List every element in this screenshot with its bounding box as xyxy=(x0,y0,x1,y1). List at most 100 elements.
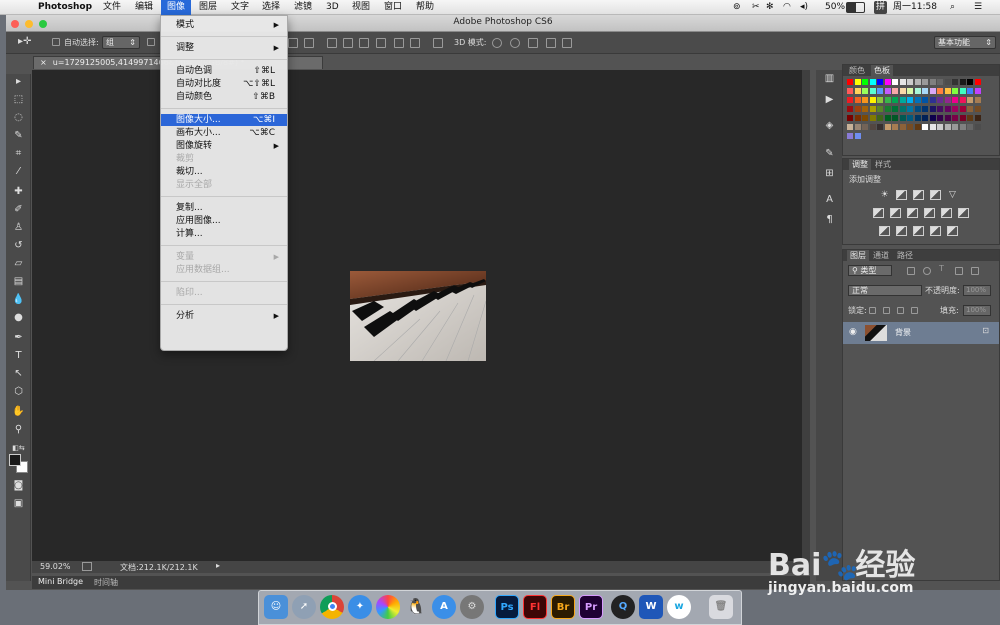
color-swatch[interactable] xyxy=(892,79,898,85)
move-tool-icon[interactable]: ▸ xyxy=(11,76,26,88)
color-swatch[interactable] xyxy=(959,106,966,112)
auto-select-dropdown[interactable]: 组 ⇕ xyxy=(102,36,140,49)
gradient-map-icon[interactable] xyxy=(930,226,941,236)
history-panel-icon[interactable]: ▥ xyxy=(822,73,837,85)
color-swatch[interactable] xyxy=(974,124,981,130)
menu-layer[interactable]: 图层 xyxy=(199,0,217,15)
color-swatch[interactable] xyxy=(929,124,936,130)
brightness-contrast-icon[interactable]: ☀ xyxy=(879,190,890,200)
opacity-input[interactable]: 100% xyxy=(963,285,991,296)
color-swatch[interactable] xyxy=(899,97,906,103)
character-panel-icon[interactable]: A xyxy=(822,194,837,206)
color-swatch[interactable] xyxy=(967,97,973,103)
color-swatch[interactable] xyxy=(877,124,883,130)
crop-tool-icon[interactable]: ⌗ xyxy=(11,148,26,160)
move-tool-icon[interactable]: ▸✛ xyxy=(18,36,31,47)
color-swatch[interactable] xyxy=(869,106,876,112)
blend-mode-dropdown[interactable]: 正常 xyxy=(848,285,922,296)
color-swatch[interactable] xyxy=(929,79,936,85)
color-swatch[interactable] xyxy=(854,97,861,103)
visibility-eye-icon[interactable]: ◉ xyxy=(849,327,857,337)
notification-center-icon[interactable]: ☰ xyxy=(974,0,982,15)
brush-tool-icon[interactable]: ✐ xyxy=(11,204,26,216)
brush-panel-icon[interactable]: ✎ xyxy=(822,148,837,160)
menu-item[interactable]: 复制... xyxy=(161,202,287,214)
color-swatch[interactable] xyxy=(899,79,906,85)
color-swatch[interactable] xyxy=(974,88,981,94)
canvas-area[interactable] xyxy=(32,70,802,561)
flash-dock-icon[interactable]: Fl xyxy=(523,595,547,619)
healing-brush-tool-icon[interactable]: ✚ xyxy=(11,186,26,198)
color-swatch[interactable] xyxy=(869,124,876,130)
color-swatch[interactable] xyxy=(892,115,898,121)
color-swatch[interactable] xyxy=(922,115,928,121)
color-swatch[interactable] xyxy=(877,79,883,85)
color-swatch[interactable] xyxy=(869,97,876,103)
stamp-tool-icon[interactable]: ♙ xyxy=(11,222,26,234)
color-swatch[interactable] xyxy=(862,124,868,130)
color-swatch[interactable] xyxy=(922,79,928,85)
color-swatch[interactable] xyxy=(937,106,943,112)
color-swatch[interactable] xyxy=(914,124,921,130)
color-swatch[interactable] xyxy=(967,88,973,94)
3d-rotate-icon[interactable] xyxy=(492,38,502,48)
distribute-right-icon[interactable] xyxy=(410,38,420,48)
color-swatch[interactable] xyxy=(884,88,891,94)
color-swatch[interactable] xyxy=(967,106,973,112)
color-swatch[interactable] xyxy=(862,106,868,112)
volume-icon[interactable]: ◂) xyxy=(800,0,808,15)
color-swatch[interactable] xyxy=(944,79,951,85)
paragraph-panel-icon[interactable]: ¶ xyxy=(822,214,837,226)
color-swatch[interactable] xyxy=(974,115,981,121)
photo-filter-icon[interactable] xyxy=(924,208,935,218)
filter-kind-dropdown[interactable]: ⚲ 类型 xyxy=(848,265,892,276)
color-swatch[interactable] xyxy=(944,97,951,103)
color-swatch[interactable] xyxy=(944,124,951,130)
eraser-tool-icon[interactable]: ▱ xyxy=(11,258,26,270)
color-swatch[interactable] xyxy=(959,79,966,85)
color-swatch[interactable] xyxy=(959,97,966,103)
color-swatch[interactable] xyxy=(959,124,966,130)
color-swatch[interactable] xyxy=(899,115,906,121)
exposure-icon[interactable] xyxy=(930,190,941,200)
color-swatch[interactable] xyxy=(952,79,958,85)
spotlight-icon[interactable]: ⌕ xyxy=(950,0,955,15)
workspace-dropdown[interactable]: 基本功能 ⇕ xyxy=(934,36,996,49)
color-swatch[interactable] xyxy=(847,97,853,103)
photoshop-dock-icon[interactable]: Ps xyxy=(495,595,519,619)
color-swatch[interactable] xyxy=(907,106,913,112)
menu-filter[interactable]: 滤镜 xyxy=(294,0,312,15)
menu-file[interactable]: 文件 xyxy=(103,0,121,15)
layer-row-background[interactable]: ◉ 背景 ⊡ xyxy=(843,322,999,344)
color-swatch[interactable] xyxy=(929,106,936,112)
gradient-tool-icon[interactable]: ▤ xyxy=(11,276,26,288)
default-colors-icon[interactable]: ◧⇆ xyxy=(11,442,26,454)
threshold-icon[interactable] xyxy=(913,226,924,236)
piano-image[interactable] xyxy=(350,271,486,361)
color-lookup-icon[interactable] xyxy=(958,208,969,218)
color-swatch[interactable] xyxy=(959,88,966,94)
menu-view[interactable]: 视图 xyxy=(352,0,370,15)
pinwheel-icon[interactable]: ✻ xyxy=(766,0,774,15)
color-swatch[interactable] xyxy=(914,88,921,94)
export-icon[interactable] xyxy=(82,562,92,571)
auto-align-icon[interactable] xyxy=(433,38,443,48)
color-swatch[interactable] xyxy=(892,88,898,94)
quicktime-icon[interactable]: Q xyxy=(611,595,635,619)
invert-icon[interactable] xyxy=(879,226,890,236)
finder-icon[interactable]: ☺ xyxy=(264,595,288,619)
trash-icon[interactable]: 🗑 xyxy=(709,595,733,619)
tab-paths[interactable]: 路径 xyxy=(897,250,913,261)
tab-adjustments[interactable]: 调整 xyxy=(849,159,871,170)
menu-item[interactable]: 自动对比度 ⌥⇧⌘L xyxy=(161,78,287,90)
layer-comps-icon[interactable]: ◈ xyxy=(822,120,837,132)
menu-3d[interactable]: 3D xyxy=(326,0,339,15)
system-preferences-icon[interactable]: ⚙ xyxy=(460,595,484,619)
menu-item[interactable]: 图像旋转 ▶ xyxy=(161,140,287,152)
transform-controls-checkbox[interactable] xyxy=(147,38,155,46)
color-swatch[interactable] xyxy=(854,124,861,130)
foreground-color-swatch[interactable] xyxy=(9,454,21,466)
color-swatch[interactable] xyxy=(862,97,868,103)
swatch-grid[interactable] xyxy=(843,76,999,146)
blur-tool-icon[interactable]: 💧 xyxy=(11,294,26,306)
